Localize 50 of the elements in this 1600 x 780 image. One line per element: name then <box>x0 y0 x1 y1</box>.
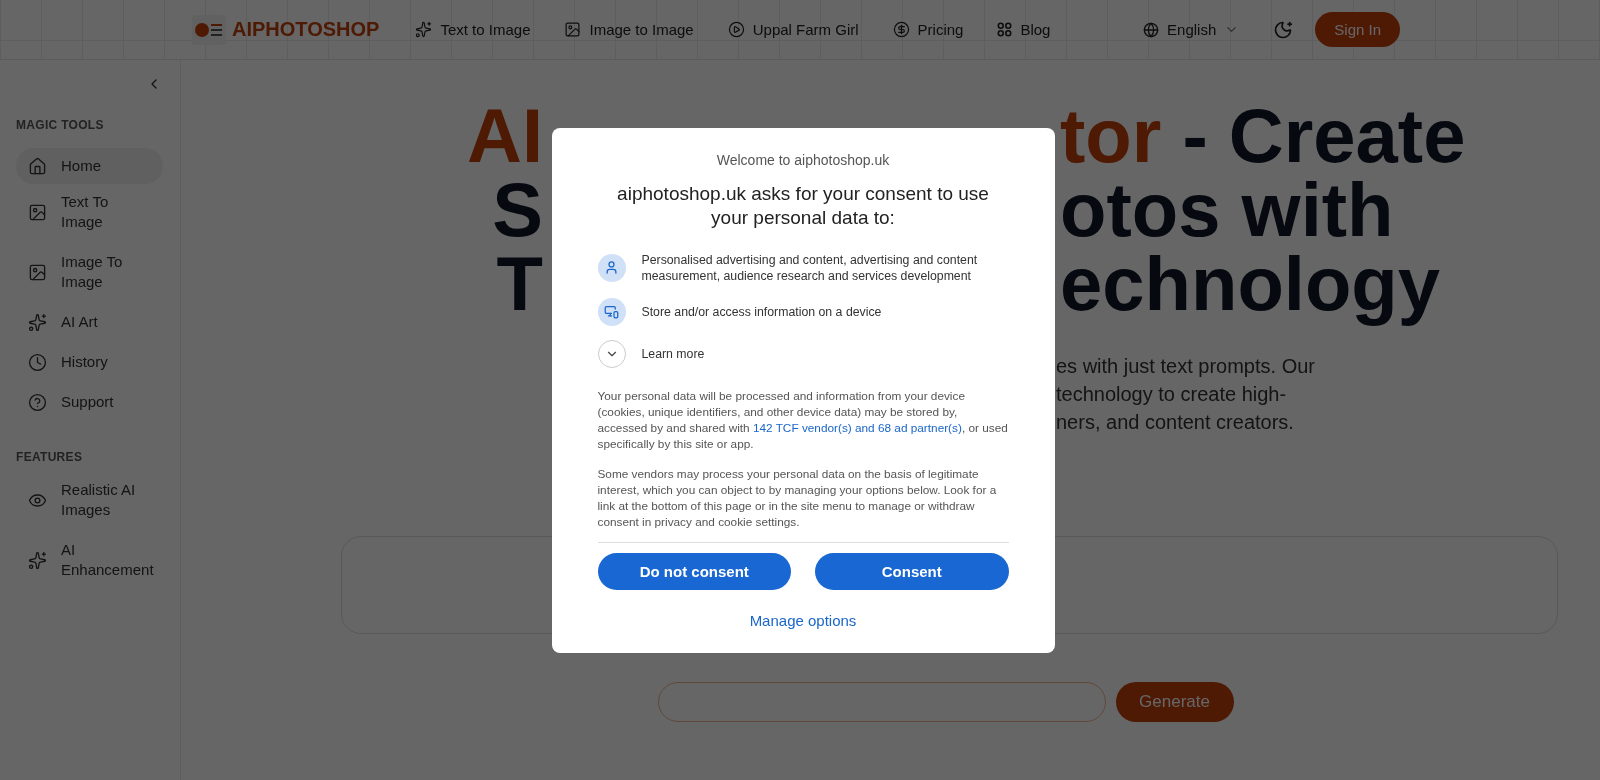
sidebar-item[interactable]: Image To Image <box>16 252 163 292</box>
generate-button[interactable]: Generate <box>1115 682 1234 722</box>
sidebar-item[interactable]: Text To Image <box>16 192 163 232</box>
help-icon <box>28 392 47 412</box>
image-icon <box>28 262 47 282</box>
globe-icon <box>1143 21 1160 38</box>
nav-link[interactable]: Blog <box>997 21 1051 38</box>
nav-link[interactable]: Uppal Farm Girl <box>727 21 859 38</box>
nav-link[interactable]: Pricing <box>892 21 964 38</box>
nav-link[interactable]: Text to Image <box>415 21 531 38</box>
sign-in-button[interactable]: Sign In <box>1315 12 1400 47</box>
vendors-link[interactable]: 142 TCF vendor(s) and 68 ad partner(s) <box>752 420 962 435</box>
sparkles-icon <box>415 21 433 38</box>
section-title: MAGIC TOOLS <box>16 118 105 132</box>
sparkles-icon <box>28 550 47 570</box>
sidebar-item[interactable]: Realistic AI Images <box>16 480 163 520</box>
section-title: FEATURES <box>16 450 84 464</box>
home-icon <box>28 156 47 176</box>
sidebar-item[interactable]: AI Art <box>16 312 163 332</box>
brand-name[interactable]: AIPHOTOSHOP <box>232 18 380 41</box>
legitimate-interest-notice: Some vendors may process your personal data on the basis of legitimate interest, which you can object to by managing your options below. Look for a link at the bottom of this page or in the site menu to manage or withdraw consent in privacy and cookie settings. <box>597 465 998 530</box>
sidebar-item[interactable]: Support <box>16 392 163 412</box>
dollar-icon <box>892 21 910 38</box>
sidebar-item[interactable]: History <box>16 352 163 372</box>
dialog-title: aiphotoshop.uk asks for your consent to use your personal data to: <box>616 181 990 230</box>
dialog-welcome: Welcome to aiphotoshop.uk <box>715 151 891 168</box>
image-icon <box>564 21 582 38</box>
subtitle-fragment: es with just text prompts. Our <box>1056 354 1316 379</box>
purpose-text: Personalised advertising and content, advertising and content measurement, audience research and services development <box>641 251 979 284</box>
play-icon <box>727 21 745 38</box>
subtitle-fragment: ners, and content creators. <box>1056 410 1295 435</box>
devices-icon <box>597 297 626 326</box>
clock-icon <box>28 352 47 372</box>
four-circles-icon <box>997 22 1013 37</box>
learn-more-label[interactable]: Learn more <box>641 345 705 362</box>
sparkles-icon <box>28 312 47 332</box>
do-not-consent-button[interactable]: Do not consent <box>597 552 791 590</box>
purpose-text: Store and/or access information on a device <box>641 303 882 320</box>
sidebar-item[interactable]: AI Enhancement <box>16 540 163 580</box>
nav-link[interactable]: Image to Image <box>564 21 694 38</box>
prompt-field[interactable] <box>657 682 1106 722</box>
language-select[interactable]: English <box>1143 21 1240 38</box>
subtitle-fragment: technology to create high- <box>1056 382 1288 407</box>
sidebar-item[interactable]: Home <box>16 148 163 184</box>
person-icon <box>597 253 626 282</box>
moon-icon[interactable] <box>1273 19 1294 40</box>
consent-button[interactable]: Consent <box>815 552 1009 590</box>
image-icon <box>28 202 47 222</box>
manage-options-link[interactable]: Manage options <box>749 611 857 629</box>
data-notice: Your personal data will be processed and information from your device (cookies, unique identifiers, and other device data) may be stored by, accessed by and shared with 142 TCF vendor(s) and 68 ad partner(s), or used specifically by this site or app. <box>597 387 1009 452</box>
